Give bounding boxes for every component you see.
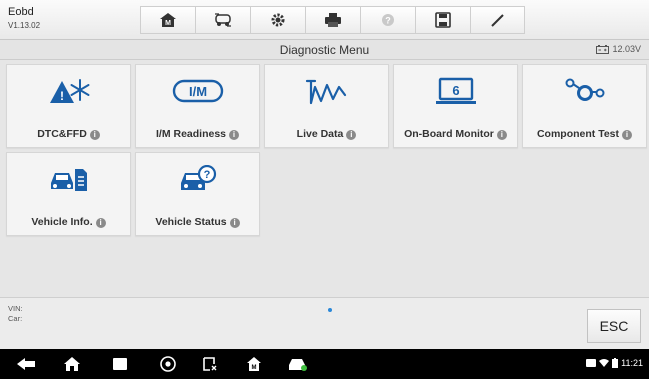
save-icon — [435, 12, 451, 28]
warning-snowflake-icon: ! — [49, 79, 89, 103]
svg-text:M: M — [252, 365, 257, 371]
vehicle-connected-icon — [289, 359, 307, 371]
vehicle-status-icon: ? — [180, 165, 216, 190]
menu-item-live-data[interactable]: Live Data i — [264, 64, 389, 148]
recent-apps-icon — [113, 358, 127, 370]
menu-item-label: Live Data i — [265, 128, 388, 140]
android-home-button[interactable] — [60, 356, 84, 372]
vehicle-swap-button[interactable] — [195, 6, 250, 34]
menu-item-im-readiness[interactable]: I/M I/M Readiness i — [135, 64, 260, 148]
message-icon — [586, 359, 597, 367]
menu-item-label: I/M Readiness i — [136, 128, 259, 140]
toolbar-buttons: M ? — [140, 6, 525, 34]
svg-text:?: ? — [385, 16, 391, 26]
svg-text:?: ? — [203, 169, 210, 181]
voltage-value: 12.03V — [612, 44, 641, 54]
page-indicator — [328, 308, 332, 312]
gear-icon — [271, 13, 285, 27]
wifi-icon — [599, 359, 610, 367]
recent-apps-button[interactable] — [108, 356, 132, 372]
browser-button[interactable] — [156, 356, 180, 372]
clock: 11:21 — [621, 358, 643, 368]
svg-text:I/M: I/M — [188, 84, 206, 99]
android-home-icon — [64, 357, 80, 371]
info-icon[interactable]: i — [622, 130, 633, 140]
esc-button[interactable]: ESC — [587, 309, 641, 343]
save-button[interactable] — [415, 6, 470, 34]
live-data-icon — [305, 79, 346, 105]
info-icon[interactable]: i — [346, 130, 357, 140]
browser-icon — [160, 356, 176, 372]
svg-text:M: M — [165, 20, 171, 27]
screenshot-button[interactable] — [198, 356, 222, 372]
svg-text:6: 6 — [452, 83, 459, 98]
edit-button[interactable] — [470, 6, 525, 34]
app-version: V1.13.02 — [8, 21, 41, 30]
home-icon: M — [247, 357, 261, 371]
menu-item-label: Vehicle Info. i — [7, 216, 130, 228]
help-button[interactable]: ? — [360, 6, 415, 34]
svg-text:!: ! — [60, 89, 64, 103]
monitor-icon: 6 — [435, 77, 476, 104]
menu-item-label: Vehicle Status i — [136, 216, 259, 228]
menu-item-label: On-Board Monitor i — [394, 128, 517, 140]
status-area: 11:21 — [586, 358, 643, 368]
menu-item-component-test[interactable]: Component Test i — [522, 64, 647, 148]
vehicle-info-bar: VIN: Car: ESC — [0, 297, 649, 349]
info-icon[interactable]: i — [95, 218, 106, 228]
vehicle-swap-icon — [215, 13, 231, 27]
title-bar: Diagnostic Menu 12.03V — [0, 40, 649, 60]
im-icon: I/M — [172, 79, 223, 103]
page-title: Diagnostic Menu — [279, 43, 370, 57]
back-button[interactable] — [14, 356, 38, 372]
info-icon[interactable]: i — [229, 218, 240, 228]
menu-item-on-board-monitor[interactable]: 6 On-Board Monitor i — [393, 64, 518, 148]
menu-item-vehicle-info[interactable]: Vehicle Info. i — [6, 152, 131, 236]
top-toolbar: Eobd V1.13.02 M ? — [0, 0, 649, 40]
remote-icon — [203, 357, 217, 371]
vehicle-info-icon — [50, 169, 87, 191]
component-test-icon — [565, 78, 604, 101]
back-icon — [17, 358, 35, 370]
battery-voltage: 12.03V — [596, 44, 641, 54]
vci-status-button[interactable] — [286, 356, 310, 372]
app-name: Eobd — [8, 6, 34, 18]
info-icon[interactable]: i — [229, 130, 240, 140]
info-icon[interactable]: i — [89, 130, 100, 140]
vin-label: VIN: — [8, 304, 23, 313]
help-icon: ? — [382, 14, 394, 26]
maxisys-home-button[interactable]: M — [242, 356, 266, 372]
battery-icon — [596, 44, 610, 54]
menu-item-vehicle-status[interactable]: ? Vehicle Status i — [135, 152, 260, 236]
info-icon[interactable]: i — [496, 130, 507, 140]
system-nav-bar: M 11:21 — [0, 349, 649, 379]
car-label: Car: — [8, 314, 23, 323]
battery-status-icon — [612, 358, 619, 368]
menu-item-label: DTC&FFD i — [7, 128, 130, 140]
menu-item-dtc-ffd[interactable]: ! DTC&FFD i — [6, 64, 131, 148]
home-button[interactable]: M — [140, 6, 195, 34]
settings-button[interactable] — [250, 6, 305, 34]
menu-item-label: Component Test i — [523, 128, 646, 140]
print-button[interactable] — [305, 6, 360, 34]
printer-icon — [325, 13, 341, 27]
edit-icon — [490, 14, 504, 27]
home-icon: M — [160, 13, 176, 27]
